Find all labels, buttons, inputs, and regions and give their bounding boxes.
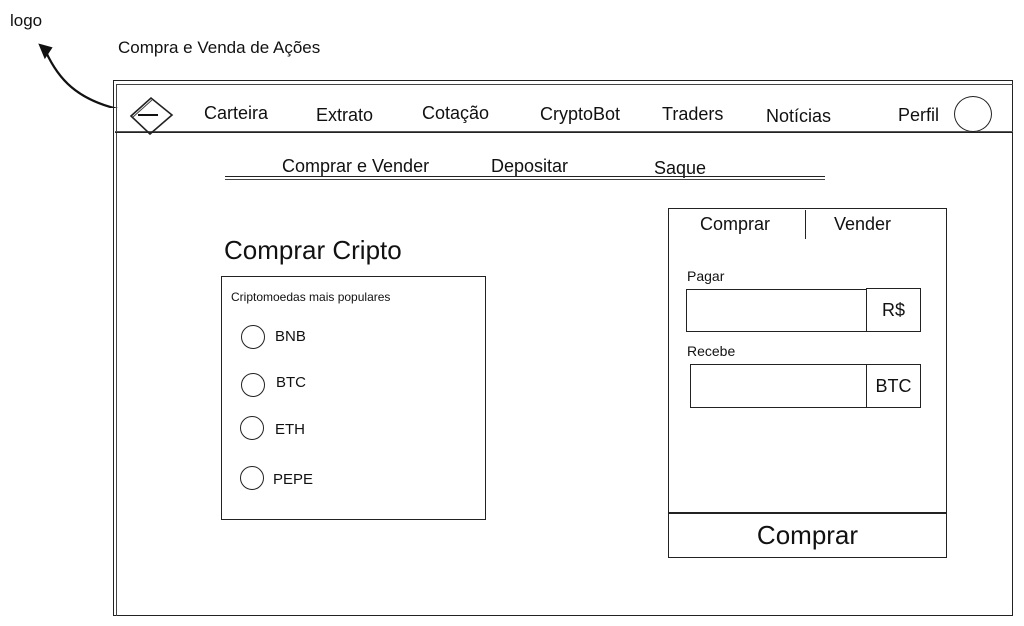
crypto-label-pepe: PEPE <box>273 471 314 488</box>
receive-field[interactable] <box>690 364 867 408</box>
crypto-list-caption: Criptomoedas mais populares <box>231 290 391 304</box>
nav-cotacao[interactable]: Cotação <box>422 103 489 124</box>
nav-cryptobot[interactable]: CryptoBot <box>540 104 620 125</box>
radio-eth[interactable] <box>240 416 264 440</box>
logo-icon[interactable] <box>128 96 174 136</box>
pay-input[interactable] <box>687 290 866 331</box>
radio-pepe[interactable] <box>240 466 264 490</box>
tab-comprar[interactable]: Comprar <box>700 214 770 235</box>
nav-traders[interactable]: Traders <box>662 104 723 125</box>
avatar[interactable] <box>954 96 992 132</box>
radio-bnb[interactable] <box>241 325 265 349</box>
receive-currency: BTC <box>866 364 921 408</box>
logo-annotation: logo <box>10 11 43 30</box>
pay-label: Pagar <box>687 268 725 284</box>
radio-btc[interactable] <box>241 373 265 397</box>
pay-currency: R$ <box>866 288 921 332</box>
crypto-label-bnb: BNB <box>275 328 306 345</box>
nav-perfil[interactable]: Perfil <box>898 105 939 126</box>
nav-noticias[interactable]: Notícias <box>766 106 831 127</box>
crypto-label-btc: BTC <box>276 374 306 391</box>
subnav-comprar-vender[interactable]: Comprar e Vender <box>282 156 429 177</box>
page-title: Compra e Venda de Ações <box>118 38 321 57</box>
crypto-label-eth: ETH <box>275 421 305 438</box>
subnav-underline <box>225 176 825 180</box>
nav-extrato[interactable]: Extrato <box>316 105 373 126</box>
tab-divider <box>805 210 806 239</box>
navbar-divider <box>115 131 1013 132</box>
buy-button[interactable]: Comprar <box>668 512 947 558</box>
section-title: Comprar Cripto <box>224 235 402 265</box>
pay-field[interactable] <box>686 289 867 332</box>
receive-label: Recebe <box>687 343 736 359</box>
tab-vender[interactable]: Vender <box>834 214 891 235</box>
receive-input[interactable] <box>691 365 866 407</box>
nav-carteira[interactable]: Carteira <box>204 103 268 124</box>
subnav-depositar[interactable]: Depositar <box>491 156 568 177</box>
